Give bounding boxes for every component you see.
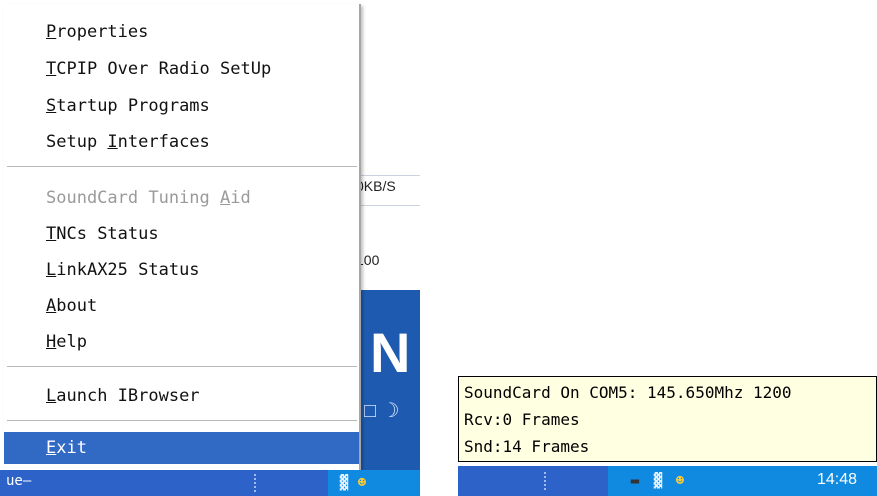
taskbar-grip[interactable] <box>544 472 552 490</box>
menu-mnemonic: P <box>46 22 57 42</box>
menu-item-setup-interfaces[interactable]: Setup Interfaces <box>4 126 359 158</box>
menu-item-label: SoundCard Tuning Aid <box>46 188 251 208</box>
tooltip-line-send: Snd:14 Frames <box>464 437 590 456</box>
menu-item-label: Properties <box>46 22 149 42</box>
menu-mnemonic: A <box>220 188 231 208</box>
menu-item-launch-ibrowser[interactable]: Launch IBrowser <box>4 380 359 412</box>
menu-item-about[interactable]: About <box>4 290 359 322</box>
menu-item-label: TCPIP Over Radio SetUp <box>46 59 272 79</box>
tooltip-line-receive: Rcv:0 Frames <box>464 410 580 429</box>
menu-item-tncs-status[interactable]: TNCs Status <box>4 218 359 250</box>
tooltip-line-soundcard: SoundCard On COM5: 145.650Mhz 1200 <box>464 383 792 402</box>
menu-mnemonic: H <box>46 332 57 352</box>
tray-tooltip: SoundCard On COM5: 145.650Mhz 1200 Rcv:0… <box>458 376 877 462</box>
menu-item-label: Launch IBrowser <box>46 386 200 406</box>
taskbar-grip[interactable] <box>254 474 262 492</box>
menu-separator <box>7 420 357 422</box>
menu-item-exit[interactable]: Exit <box>4 432 359 464</box>
menu-mnemonic: T <box>46 59 57 79</box>
menu-item-label: Help <box>46 332 87 352</box>
menu-item-tcpip-over-radio-setup[interactable]: TCPIP Over Radio SetUp <box>4 53 359 85</box>
menu-mnemonic: L <box>46 260 57 280</box>
left-screenshot: 0KB/S 100 N □ ☽ Properties TCPIP Over Ra… <box>0 0 420 496</box>
keyboard-tray-icon[interactable]: ▬ <box>624 473 646 489</box>
right-screenshot: SoundCard On COM5: 145.650Mhz 1200 Rcv:0… <box>458 370 877 496</box>
context-menu: Properties TCPIP Over Radio SetUp Startu… <box>4 4 361 471</box>
network-tray-icon[interactable]: ▓ <box>650 473 666 489</box>
network-tray-icon[interactable]: ▓ <box>336 475 352 491</box>
taskbar-button-label: ue <box>6 473 23 489</box>
menu-item-soundcard-tuning-aid: SoundCard Tuning Aid <box>4 182 359 214</box>
menu-item-properties[interactable]: Properties <box>4 16 359 48</box>
menu-item-startup-programs[interactable]: Startup Programs <box>4 90 359 122</box>
menu-mnemonic: I <box>107 132 118 152</box>
system-tray: ▓ ☻ <box>328 470 420 496</box>
menu-mnemonic: E <box>46 438 57 458</box>
taskbar-button-fragment[interactable]: ue— <box>6 473 31 489</box>
taskbar: ▬ ▓ ☻ 14:48 <box>458 466 877 496</box>
menu-item-label: Setup Interfaces <box>46 132 210 152</box>
system-tray: ▬ ▓ ☻ 14:48 <box>608 466 877 496</box>
menu-item-label: Startup Programs <box>46 96 210 116</box>
menu-separator <box>7 366 357 368</box>
menu-item-label: Exit <box>46 438 87 458</box>
menu-mnemonic: A <box>46 296 57 316</box>
taskbar: ue— ▓ ☻ <box>0 470 420 496</box>
menu-mnemonic: L <box>46 386 57 406</box>
menu-separator <box>7 166 357 168</box>
tray-clock[interactable]: 14:48 <box>817 471 857 489</box>
qq-penguin-icon[interactable]: ☻ <box>672 473 688 489</box>
menu-item-label: About <box>46 296 98 316</box>
menu-mnemonic: S <box>46 96 57 116</box>
menu-item-label: TNCs Status <box>46 224 159 244</box>
banner-letter: N <box>370 321 411 384</box>
speed-fragment: 0KB/S <box>356 178 396 194</box>
menu-item-label: LinkAX25 Status <box>46 260 200 280</box>
menu-mnemonic: T <box>46 224 57 244</box>
menu-item-linkax25-status[interactable]: LinkAX25 Status <box>4 254 359 286</box>
banner-glyphs: □ ☽ <box>364 400 400 422</box>
qq-penguin-icon[interactable]: ☻ <box>354 475 370 491</box>
menu-item-help[interactable]: Help <box>4 326 359 358</box>
